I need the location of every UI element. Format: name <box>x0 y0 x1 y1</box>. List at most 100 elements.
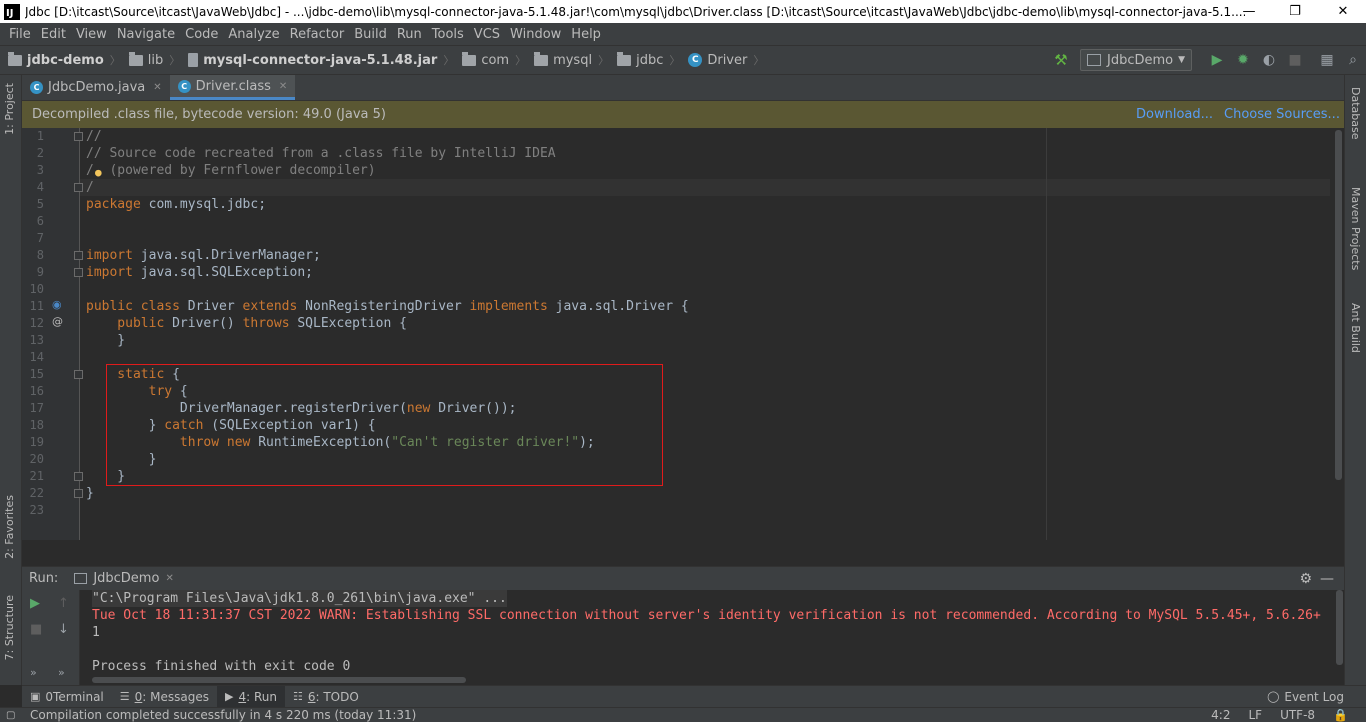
menu-tools[interactable]: Tools <box>427 27 469 42</box>
file-encoding[interactable]: UTF-8 <box>1280 708 1315 722</box>
fold-marker[interactable] <box>74 489 83 498</box>
menu-refactor[interactable]: Refactor <box>285 27 350 42</box>
jar-icon <box>188 53 199 67</box>
rerun-icon[interactable]: ▶ <box>30 596 40 611</box>
tool-tab-maven[interactable]: Maven Projects <box>1349 187 1362 270</box>
override-gutter-icon[interactable]: @ <box>52 315 63 328</box>
menu-window[interactable]: Window <box>505 27 566 42</box>
tool-window-todo[interactable]: ☷ 6: TODO <box>285 686 367 708</box>
menu-analyze[interactable]: Analyze <box>223 27 284 42</box>
tool-window-messages[interactable]: ☰ 0: Messages <box>112 686 217 708</box>
console-vertical-scrollbar[interactable] <box>1336 590 1343 665</box>
hide-panel-icon[interactable]: — <box>1320 571 1334 587</box>
code-line: // Source code recreated from a .class f… <box>86 146 556 161</box>
console-line: 1 <box>92 625 100 640</box>
tab-driver-class[interactable]: C Driver.class ✕ <box>169 75 296 100</box>
menu-view[interactable]: View <box>71 27 112 42</box>
debug-bug-icon[interactable]: ✹ <box>1234 51 1252 69</box>
console-horizontal-scrollbar[interactable] <box>92 677 466 683</box>
menu-run[interactable]: Run <box>392 27 427 42</box>
breadcrumb-driver[interactable]: C Driver <box>688 53 747 68</box>
class-icon: C <box>177 79 191 93</box>
menu-build[interactable]: Build <box>349 27 392 42</box>
fold-marker[interactable] <box>74 132 83 141</box>
menu-vcs[interactable]: VCS <box>469 27 505 42</box>
tool-tab-project[interactable]: 1: Project <box>3 83 16 135</box>
breadcrumb-label: jdbc-demo <box>27 52 104 68</box>
tool-tab-favorites[interactable]: 2: Favorites <box>3 495 16 559</box>
code-token: com.mysql.jdbc; <box>140 197 267 212</box>
tool-window-key: 0 <box>45 689 54 704</box>
intellij-logo-icon: IJ <box>4 3 20 20</box>
fold-marker[interactable] <box>74 251 83 260</box>
gear-icon[interactable]: ⚙ <box>1299 571 1312 587</box>
run-icon[interactable]: ▶ <box>1208 51 1226 69</box>
coverage-icon[interactable]: ◐ <box>1260 51 1278 69</box>
tab-jdbcdemo-java[interactable]: C JdbcDemo.java ✕ <box>22 75 170 100</box>
breadcrumb-mysql[interactable]: mysql <box>534 51 592 68</box>
line-number: 4 <box>36 180 44 194</box>
stop-icon[interactable]: ■ <box>30 622 42 637</box>
tool-tab-ant[interactable]: Ant Build <box>1349 303 1362 353</box>
status-square-icon[interactable]: ▢ <box>6 710 15 721</box>
search-everywhere-icon[interactable]: ⌕ <box>1344 51 1362 69</box>
breadcrumb-jdbc[interactable]: jdbc <box>617 51 663 68</box>
fold-marker[interactable] <box>74 370 83 379</box>
run-console[interactable]: "C:\Program Files\Java\jdk1.8.0_261\bin\… <box>80 590 1336 685</box>
code-line: } <box>86 486 94 501</box>
menu-file[interactable]: File <box>4 27 36 42</box>
run-configuration-select[interactable]: JdbcDemo ▼ <box>1080 49 1192 71</box>
breadcrumb-lib[interactable]: lib <box>128 51 163 68</box>
breadcrumb-label: com <box>481 52 510 68</box>
build-hammer-icon[interactable]: ⚒ <box>1052 51 1070 69</box>
tool-window-event-log[interactable]: ◯ Event Log <box>1259 686 1352 708</box>
fold-marker[interactable] <box>74 472 83 481</box>
menu-edit[interactable]: Edit <box>36 27 71 42</box>
lock-icon[interactable]: 🔒 <box>1333 708 1348 722</box>
fold-marker[interactable] <box>74 268 83 277</box>
download-sources-link[interactable]: Download... <box>1136 107 1213 122</box>
breadcrumb-jar[interactable]: mysql-connector-java-5.1.48.jar <box>188 53 437 68</box>
run-tab-jdbcdemo[interactable]: JdbcDemo ✕ <box>74 571 174 586</box>
more-actions-icon[interactable]: » <box>58 666 65 679</box>
close-window-button[interactable]: ✕ <box>1320 0 1366 23</box>
editor-scrollbar[interactable] <box>1335 130 1342 480</box>
choose-sources-link[interactable]: Choose Sources... <box>1224 107 1340 122</box>
breadcrumb-separator: 〉 <box>753 54 765 67</box>
implements-gutter-icon[interactable]: ◉ <box>52 298 62 311</box>
decompiled-banner: Decompiled .class file, bytecode version… <box>22 101 1344 128</box>
tool-tab-structure[interactable]: 7: Structure <box>3 595 16 660</box>
caret-position[interactable]: 4:2 <box>1211 708 1230 722</box>
menu-help[interactable]: Help <box>566 27 606 42</box>
tool-window-terminal[interactable]: ▣ 0 Terminal <box>22 686 112 708</box>
breadcrumb-project[interactable]: jdbc-demo <box>8 51 104 68</box>
tool-tab-database[interactable]: Database <box>1349 87 1362 140</box>
code-editor[interactable]: 1 2 3 4 5 6 7 8 9 10 11 12 13 14 15 16 1… <box>22 128 1344 540</box>
breadcrumb-separator: 〉 <box>515 54 527 67</box>
arrow-down-icon[interactable]: ↓ <box>58 622 69 637</box>
editor-tabs: C JdbcDemo.java ✕ C Driver.class ✕ <box>22 75 1344 101</box>
line-number: 8 <box>36 248 44 262</box>
menu-code[interactable]: Code <box>180 27 223 42</box>
menu-navigate[interactable]: Navigate <box>112 27 180 42</box>
close-icon[interactable]: ✕ <box>165 573 173 584</box>
lightbulb-icon[interactable]: ● <box>95 164 102 181</box>
more-actions-icon[interactable]: » <box>30 666 37 679</box>
editor-gutter: 1 2 3 4 5 6 7 8 9 10 11 12 13 14 15 16 1… <box>22 128 83 540</box>
maximize-button[interactable]: ❐ <box>1272 0 1318 23</box>
fold-marker[interactable] <box>74 183 83 192</box>
line-number: 21 <box>29 469 44 483</box>
project-structure-icon[interactable]: ▦ <box>1318 51 1336 69</box>
line-separator[interactable]: LF <box>1248 708 1262 722</box>
arrow-up-icon[interactable]: ↑ <box>58 596 69 611</box>
banner-text: Decompiled .class file, bytecode version… <box>32 107 386 122</box>
close-icon[interactable]: ✕ <box>153 82 161 93</box>
line-number: 22 <box>29 486 44 500</box>
stop-icon[interactable]: ■ <box>1286 51 1304 69</box>
tool-window-label: : Messages <box>142 689 209 704</box>
close-icon[interactable]: ✕ <box>279 81 287 92</box>
tool-window-run[interactable]: ▶ 4: Run <box>216 685 285 708</box>
minimize-button[interactable]: — <box>1226 0 1272 23</box>
breadcrumb-com[interactable]: com <box>462 51 510 68</box>
terminal-icon: ▣ <box>30 690 41 703</box>
